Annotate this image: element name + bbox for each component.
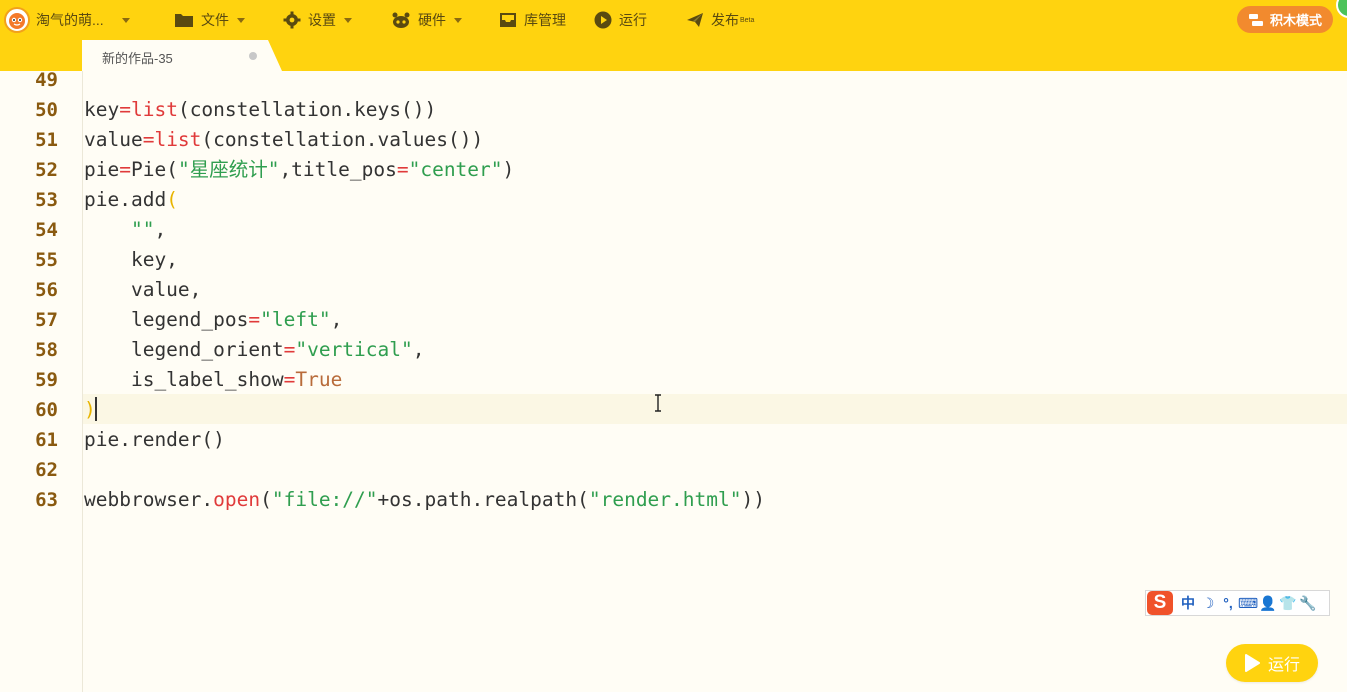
line-number: 59: [35, 369, 58, 391]
tab-strip: 新的作品-35: [0, 40, 1347, 71]
menu-run[interactable]: 运行: [594, 0, 647, 40]
line-number: 52: [35, 159, 58, 181]
user-icon[interactable]: 👤: [1258, 591, 1278, 615]
line-number: 55: [35, 249, 58, 271]
menu-hardware[interactable]: 硬件: [391, 0, 462, 40]
robot-icon: [391, 11, 411, 29]
line-number: 58: [35, 339, 58, 361]
menu-file[interactable]: 文件: [174, 0, 245, 40]
play-icon: [1244, 654, 1260, 672]
skin-icon[interactable]: 👕: [1278, 591, 1298, 615]
user-avatar: [4, 7, 30, 33]
code-line[interactable]: value=list(constellation.values()): [84, 125, 483, 155]
menu-run-label: 运行: [619, 12, 647, 28]
menu-settings-label: 设置: [308, 12, 336, 28]
code-line[interactable]: "",: [84, 215, 166, 245]
menu-settings[interactable]: 设置: [283, 0, 352, 40]
line-number: 61: [35, 429, 58, 451]
tab-title: 新的作品-35: [102, 51, 173, 66]
line-number: 60: [35, 399, 58, 421]
chevron-down-icon: [121, 17, 130, 23]
current-line-highlight: [83, 394, 1347, 424]
menu-publish-label: 发布: [711, 12, 739, 28]
wrench-icon[interactable]: 🔧: [1298, 591, 1318, 615]
ide-window: 淘气的萌... 文件 设置 硬件 库管理 运行 发布 Beta 积木模式 新的作…: [0, 0, 1347, 692]
code-editor[interactable]: 49 50 51 52 53 54 55 56 57 58 59 60 61 6…: [0, 71, 1347, 692]
line-number: 53: [35, 189, 58, 211]
code-line[interactable]: ): [84, 395, 96, 425]
code-line[interactable]: key=list(constellation.keys()): [84, 95, 436, 125]
code-line[interactable]: pie.add(: [84, 185, 178, 215]
user-menu[interactable]: 淘气的萌...: [4, 0, 130, 40]
code-line[interactable]: pie.render(): [84, 425, 225, 455]
paper-plane-icon: [686, 12, 704, 28]
code-line[interactable]: webbrowser.open("file://"+os.path.realpa…: [84, 485, 765, 515]
menu-publish[interactable]: 发布 Beta: [686, 0, 754, 40]
menu-library[interactable]: 库管理: [499, 0, 566, 40]
menu-file-label: 文件: [201, 12, 229, 28]
line-number: 49: [35, 71, 58, 91]
ime-chinese-mode[interactable]: 中: [1178, 591, 1198, 615]
block-mode-button[interactable]: 积木模式: [1237, 6, 1333, 33]
inbox-icon: [499, 12, 517, 28]
line-number: 51: [35, 129, 58, 151]
chevron-down-icon: [454, 17, 462, 23]
unsaved-dot-icon[interactable]: [249, 52, 257, 60]
line-number: 54: [35, 219, 58, 241]
user-name: 淘气的萌...: [36, 12, 104, 28]
play-circle-icon: [594, 11, 612, 29]
status-dot: [1336, 0, 1347, 18]
tab-current-project[interactable]: 新的作品-35: [82, 40, 282, 71]
sogou-logo-icon[interactable]: S: [1147, 591, 1173, 615]
line-number: 57: [35, 309, 58, 331]
code-line[interactable]: key,: [84, 245, 178, 275]
moon-icon[interactable]: ☽: [1198, 591, 1218, 615]
keyboard-icon[interactable]: ⌨: [1238, 591, 1258, 615]
line-number: 62: [35, 459, 58, 481]
chevron-down-icon: [344, 17, 352, 23]
block-mode-label: 积木模式: [1269, 13, 1322, 28]
code-line[interactable]: is_label_show=True: [84, 365, 342, 395]
code-line[interactable]: legend_orient="vertical",: [84, 335, 425, 365]
folder-icon: [174, 12, 194, 28]
ibeam-cursor-icon: [655, 394, 661, 412]
line-number: 56: [35, 279, 58, 301]
ime-toolbar: S 中 ☽ °, ⌨ 👤 👕 🔧: [1145, 590, 1330, 616]
punctuation-icon[interactable]: °,: [1218, 591, 1238, 615]
code-line[interactable]: pie=Pie("星座统计",title_pos="center"): [84, 155, 514, 185]
blocks-icon: [1248, 13, 1264, 27]
line-number: 50: [35, 99, 58, 121]
menu-hardware-label: 硬件: [418, 12, 446, 28]
chevron-down-icon: [237, 17, 245, 23]
menu-library-label: 库管理: [524, 12, 566, 28]
run-button-label: 运行: [1267, 657, 1300, 674]
code-line[interactable]: value,: [84, 275, 201, 305]
code-line[interactable]: legend_pos="left",: [84, 305, 342, 335]
gear-icon: [283, 11, 301, 29]
run-button[interactable]: 运行: [1226, 644, 1318, 682]
top-toolbar: 淘气的萌... 文件 设置 硬件 库管理 运行 发布 Beta 积木模式: [0, 0, 1347, 40]
beta-badge: Beta: [740, 16, 755, 24]
line-number: 63: [35, 489, 58, 511]
text-cursor: [95, 397, 97, 421]
